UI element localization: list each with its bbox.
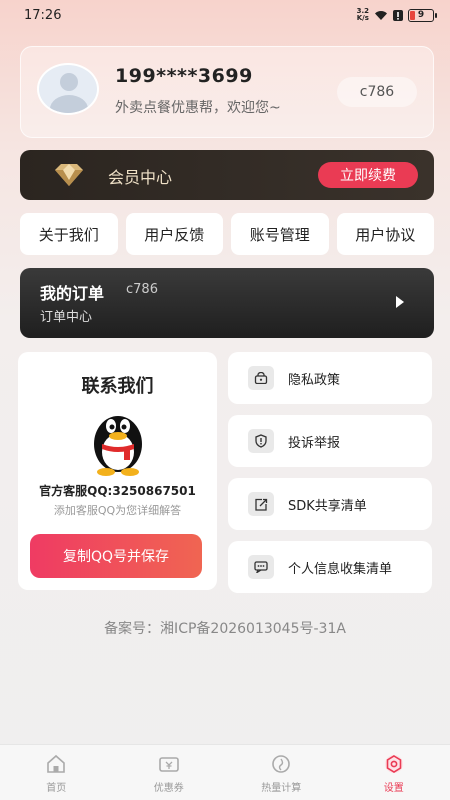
alert-icon [393, 9, 403, 21]
vip-center-bar[interactable]: 会员中心 立即续费 [20, 150, 434, 200]
message-icon [248, 555, 274, 579]
diamond-icon [55, 164, 83, 186]
side-item-label: 投诉举报 [288, 436, 341, 451]
side-item-label: 隐私政策 [288, 373, 341, 388]
user-agreement-button[interactable]: 用户协议 [336, 213, 434, 255]
bottom-tab-bar: 首页 优惠券 热量计算 设置 [0, 744, 450, 800]
wifi-icon [375, 10, 387, 20]
icp-record: 备案号：湘ICP备2026013045号-31A [104, 621, 346, 637]
orders-title: 我的订单 [40, 284, 105, 303]
qq-number: 官方客服QQ:3250867501 [39, 484, 196, 498]
profile-card[interactable]: 199****3699 外卖点餐优惠帮，欢迎您~ c786 [20, 46, 434, 138]
quick-links: 关于我们 用户反馈 账号管理 用户协议 [20, 213, 434, 255]
tab-calorie-calculator[interactable]: 热量计算 [225, 745, 338, 800]
side-item-label: 个人信息收集清单 [288, 562, 393, 577]
qq-hint: 添加客服QQ为您详细解答 [53, 504, 182, 517]
battery-indicator: 9 [408, 8, 437, 22]
status-bar: 17:26 3.2 K/s 9 [0, 0, 450, 30]
complaint-report-item[interactable]: 投诉举报 [228, 415, 432, 467]
tab-coupons[interactable]: 优惠券 [113, 745, 226, 800]
user-phone: 199****3699 [115, 65, 253, 87]
orders-subtitle: 订单中心 [40, 310, 93, 325]
settings-icon [384, 755, 403, 773]
vip-center-title: 会员中心 [108, 168, 173, 187]
shield-alert-icon [248, 429, 274, 453]
privacy-policy-item[interactable]: 隐私政策 [228, 352, 432, 404]
welcome-text: 外卖点餐优惠帮，欢迎您~ [115, 100, 281, 116]
qq-penguin-icon [94, 416, 142, 476]
side-item-label: SDK共享清单 [288, 499, 367, 514]
status-icons: 3.2 K/s 9 [356, 7, 437, 22]
feedback-button[interactable]: 用户反馈 [125, 213, 223, 255]
tab-settings[interactable]: 设置 [338, 745, 450, 800]
tab-home[interactable]: 首页 [0, 745, 113, 800]
sdk-sharing-list-item[interactable]: SDK共享清单 [228, 478, 432, 530]
personal-info-list-item[interactable]: 个人信息收集清单 [228, 541, 432, 593]
net-speed: 3.2 K/s [356, 7, 369, 22]
status-time: 17:26 [24, 7, 62, 23]
avatar[interactable] [37, 63, 99, 115]
chevron-right-icon [396, 296, 404, 308]
user-code-badge: c786 [337, 77, 417, 107]
calorie-icon [272, 755, 291, 773]
account-management-button[interactable]: 账号管理 [231, 213, 329, 255]
copy-qq-button[interactable]: 复制QQ号并保存 [30, 534, 202, 578]
orders-code: c786 [126, 282, 158, 297]
about-us-button[interactable]: 关于我们 [20, 213, 118, 255]
share-icon [248, 492, 274, 516]
home-icon [47, 754, 66, 773]
coupon-icon [158, 757, 179, 772]
my-orders-bar[interactable]: 我的订单 c786 订单中心 [20, 268, 434, 338]
lock-icon [248, 366, 274, 390]
renew-button[interactable]: 立即续费 [318, 162, 418, 188]
contact-card: 联系我们 官方客服QQ:3250867501 添加客服QQ为您详细解答 复制QQ… [18, 352, 217, 590]
contact-title: 联系我们 [81, 376, 154, 397]
